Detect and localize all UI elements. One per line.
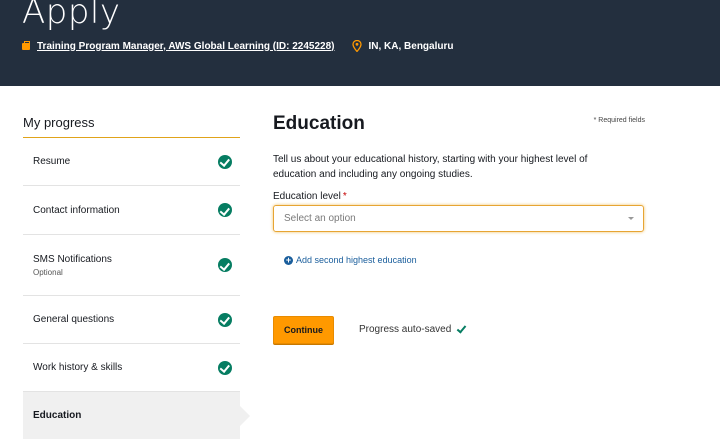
check-circle-icon (218, 360, 232, 375)
progress-sidebar: My progress Resume Contact information S… (23, 115, 250, 439)
continue-button[interactable]: Continue (273, 316, 334, 344)
job-title-link[interactable]: Training Program Manager, AWS Global Lea… (37, 41, 334, 52)
education-section: Education * Required fields Tell us abou… (273, 113, 645, 344)
job-info-row: Training Program Manager, AWS Global Lea… (22, 40, 454, 52)
step-work-history-skills[interactable]: Work history & skills (23, 344, 240, 392)
step-resume[interactable]: Resume (23, 138, 240, 186)
plus-circle-icon: + (284, 254, 293, 265)
step-label: Work history & skills (33, 362, 123, 373)
check-circle-icon (218, 312, 232, 327)
check-circle-icon (218, 203, 232, 217)
education-level-select[interactable]: Select an option (273, 205, 644, 232)
autosave-status: Progress auto-saved (359, 322, 467, 335)
job-location: IN, KA, Bengaluru (368, 40, 454, 52)
required-marker: * (342, 191, 347, 202)
step-general-questions[interactable]: General questions (23, 296, 240, 344)
chevron-down-icon (628, 217, 634, 220)
autosave-text: Progress auto-saved (359, 324, 452, 335)
education-level-label: Education level * (273, 191, 645, 202)
progress-title: My progress (23, 115, 240, 138)
page-header: Apply Training Program Manager, AWS Glob… (0, 0, 720, 86)
add-link-label: Add second highest education (296, 255, 417, 265)
add-second-education-link[interactable]: + Add second highest education (284, 255, 417, 265)
step-label: General questions (33, 314, 115, 325)
step-label: Resume (33, 156, 71, 167)
step-sublabel: Optional (33, 267, 63, 277)
page-title: Apply (22, 0, 121, 32)
check-circle-icon (218, 154, 232, 169)
step-education[interactable]: Education (23, 392, 250, 439)
education-level-label-text: Education level (273, 191, 341, 202)
step-contact-information[interactable]: Contact information (23, 186, 240, 235)
step-label: SMS Notifications (33, 253, 112, 265)
step-label: Education (33, 410, 82, 421)
check-circle-icon (218, 258, 232, 272)
briefcase-icon (22, 40, 30, 50)
select-placeholder: Select an option (284, 213, 356, 224)
step-sms-notifications[interactable]: SMS Notifications Optional (23, 235, 240, 296)
section-intro: Tell us about your educational history, … (273, 154, 588, 180)
section-title: Education (273, 113, 365, 134)
check-icon (456, 322, 467, 334)
step-label: Contact information (33, 204, 120, 216)
required-fields-note: * Required fields (593, 117, 645, 124)
location-pin-icon (352, 40, 363, 52)
